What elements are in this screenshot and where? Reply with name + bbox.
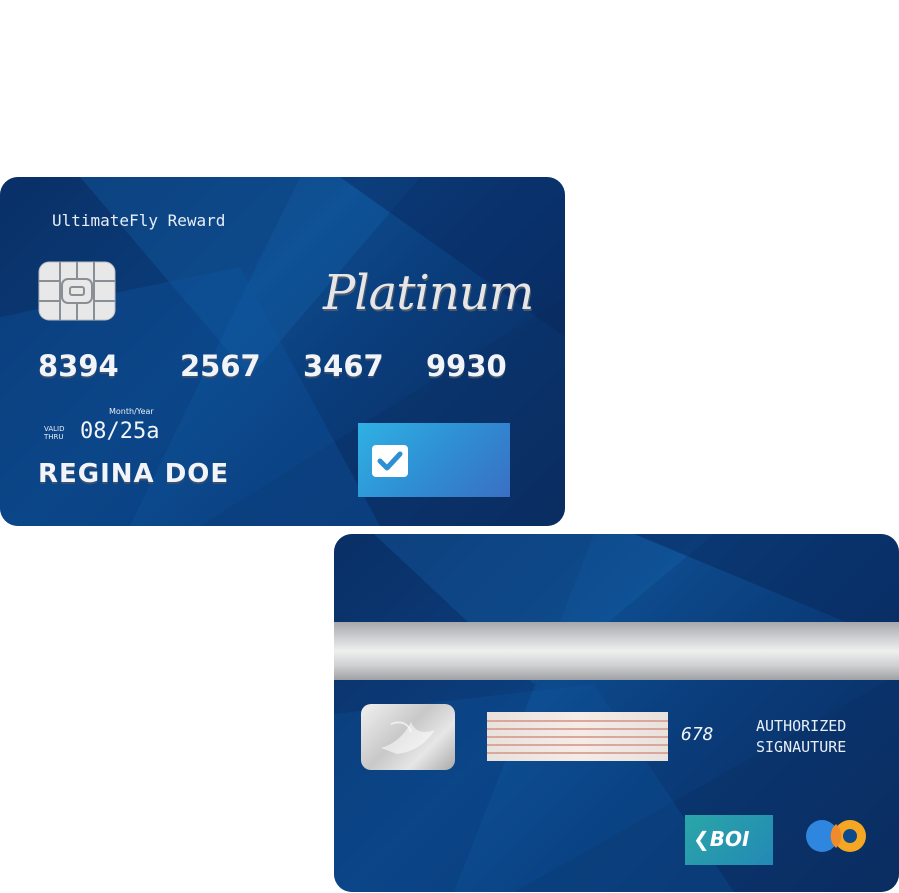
card-back: 678 AUTHORIZED SIGNAUTURE ❮BOI (334, 534, 899, 892)
chip-icon (38, 261, 116, 321)
checkmark-icon (372, 445, 408, 477)
card-number-group-4: 9930 (426, 349, 507, 383)
verified-badge (358, 423, 510, 497)
card-number-group-3: 3467 (303, 349, 384, 383)
brand-name: UltimateFly Reward (52, 211, 226, 230)
expiry-date: 08/25a (80, 419, 160, 444)
bank-logo-text: BOI (709, 827, 750, 851)
month-year-label: Month/Year (109, 407, 154, 416)
authorized-signature-label: AUTHORIZED SIGNAUTURE (756, 716, 846, 758)
cvv-code: 678 (681, 724, 714, 745)
card-tier: Platinum (323, 265, 534, 321)
magnetic-stripe (334, 622, 899, 680)
authorized-line-2: SIGNAUTURE (756, 738, 847, 756)
signature-panel (487, 712, 668, 761)
chevron-left-icon: ❮ (693, 827, 710, 851)
interlocking-circles-icon (806, 820, 866, 852)
card-number-group-2: 2567 (180, 349, 261, 383)
card-front: UltimateFly Reward Platinum 8394 2567 34… (0, 177, 565, 526)
valid-thru-label: VALID THRU (44, 425, 65, 441)
card-holder-name: REGINA DOE (38, 459, 230, 489)
bank-logo: ❮BOI (685, 815, 773, 865)
card-number-group-1: 8394 (38, 349, 119, 383)
dove-hologram-icon (361, 704, 455, 770)
authorized-line-1: AUTHORIZED (756, 717, 847, 735)
